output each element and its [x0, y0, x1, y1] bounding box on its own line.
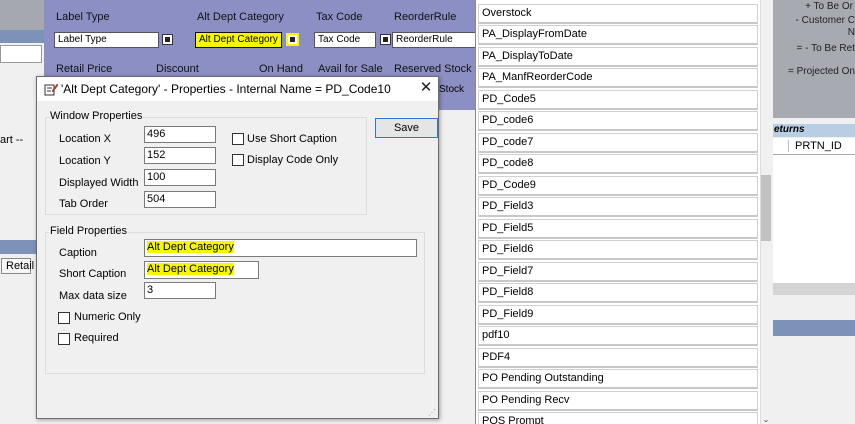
alt-dept-category-label: Alt Dept Category — [197, 11, 284, 23]
tab-order-label: Tab Order — [59, 198, 108, 210]
to-be-ordered-note: + To Be Or — [805, 1, 853, 12]
list-item[interactable]: PD_code7 — [478, 133, 758, 153]
discount-label: Discount — [156, 63, 199, 75]
picker-button-icon[interactable] — [380, 34, 391, 45]
retail-price-label: Retail Price — [56, 63, 113, 75]
caption-field[interactable]: Alt Dept Category — [144, 239, 417, 257]
picker-button-icon[interactable] — [286, 33, 299, 46]
required-checkbox[interactable] — [58, 333, 70, 345]
list-item[interactable]: PO Pending Outstanding — [478, 369, 758, 389]
returns-header: eturns — [772, 124, 855, 137]
label-type-label: Label Type — [56, 11, 110, 23]
location-y-field[interactable]: 152 — [144, 147, 216, 164]
left-panel-bar — [0, 30, 44, 43]
dialog-titlebar[interactable]: 'Alt Dept Category' - Properties - Inter… — [37, 77, 438, 101]
customer-note: - Customer C — [795, 15, 855, 26]
list-item[interactable]: POS Prompt — [478, 412, 758, 424]
label-type-field[interactable]: Label Type — [54, 32, 159, 48]
numeric-only-label: Numeric Only — [74, 311, 141, 323]
location-y-label: Location Y — [59, 155, 111, 167]
alt-dept-category-field[interactable]: Alt Dept Category — [195, 32, 282, 48]
max-data-size-label: Max data size — [59, 290, 127, 302]
prtn-id-column-header[interactable]: PRTN_ID — [788, 140, 842, 152]
left-partial-text: art -- — [0, 134, 24, 146]
list-item[interactable]: PD_Field3 — [478, 197, 758, 217]
save-button[interactable]: Save — [375, 118, 438, 138]
dialog-title: 'Alt Dept Category' - Properties - Inter… — [61, 82, 391, 96]
chevron-down-icon[interactable]: ⌄ — [760, 416, 772, 424]
use-short-caption-checkbox[interactable] — [232, 133, 244, 145]
short-caption-field[interactable]: Alt Dept Category — [144, 261, 259, 279]
projected-on-note: = Projected On — [788, 66, 855, 77]
list-item[interactable]: PD_code6 — [478, 111, 758, 131]
caption-value: Alt Dept Category — [147, 241, 234, 253]
properties-dialog: 'Alt Dept Category' - Properties - Inter… — [36, 76, 439, 419]
list-item[interactable]: PDF4 — [478, 348, 758, 368]
use-short-caption-label: Use Short Caption — [247, 133, 337, 145]
picker-button-icon[interactable] — [162, 34, 173, 45]
list-scrollbar-thumb[interactable] — [761, 175, 771, 241]
left-panel-field[interactable] — [0, 45, 42, 63]
list-item[interactable]: PD_Field6 — [478, 240, 758, 260]
display-code-only-label: Display Code Only — [247, 154, 339, 166]
list-item[interactable]: PD_Field7 — [478, 262, 758, 282]
reorder-rule-label: ReorderRule — [394, 11, 457, 23]
resize-grip-icon[interactable]: ⋰ — [428, 408, 438, 418]
list-item[interactable]: PO Pending Recv — [478, 391, 758, 411]
tax-code-field[interactable]: Tax Code — [314, 32, 376, 48]
tab-order-field[interactable]: 504 — [144, 191, 216, 208]
avail-for-sale-label: Avail for Sale — [318, 63, 383, 75]
close-icon[interactable]: ✕ — [417, 79, 435, 97]
list-item[interactable]: Overstock — [478, 4, 758, 24]
list-item[interactable]: PA_DisplayToDate — [478, 47, 758, 67]
list-item[interactable]: PA_ManfReorderCode — [478, 68, 758, 88]
customer-note-cont: N — [847, 27, 855, 38]
reorder-rule-field[interactable]: ReorderRule — [392, 32, 476, 48]
caption-label: Caption — [59, 247, 97, 259]
displayed-width-label: Displayed Width — [59, 177, 139, 189]
on-hand-label: On Hand — [259, 63, 304, 75]
numeric-only-checkbox[interactable] — [58, 312, 70, 324]
list-item[interactable]: PA_DisplayFromDate — [478, 25, 758, 45]
displayed-width-field[interactable]: 100 — [144, 169, 216, 186]
list-item[interactable]: pdf10 — [478, 326, 758, 346]
list-item[interactable]: PD_Code5 — [478, 90, 758, 110]
reserved-stock-label: Reserved Stock — [394, 63, 472, 75]
location-x-field[interactable]: 496 — [144, 126, 216, 143]
window-properties-caption: Window Properties — [49, 110, 144, 122]
short-caption-value: Alt Dept Category — [147, 263, 234, 275]
required-label: Required — [74, 332, 119, 344]
pencil-form-icon — [44, 82, 59, 96]
returns-grid-scrollbar[interactable] — [772, 283, 855, 295]
display-code-only-checkbox[interactable] — [232, 154, 244, 166]
tax-code-label: Tax Code — [316, 11, 363, 23]
location-x-label: Location X — [59, 133, 111, 145]
left-panel-header — [0, 0, 44, 30]
short-caption-label: Short Caption — [59, 268, 127, 280]
retail-tab[interactable]: Retail — [1, 258, 34, 274]
stock-partial-value: Stock — [439, 84, 465, 95]
right-panel-bar — [772, 320, 855, 336]
field-dropdown-list[interactable]: Overstock PA_DisplayFromDate PA_DisplayT… — [475, 0, 761, 424]
to-be-returned-note: = - To Be Ret — [796, 43, 855, 54]
returns-grid-header: PRTN_ID — [772, 138, 855, 155]
returns-grid — [772, 155, 855, 283]
field-properties-caption: Field Properties — [49, 225, 129, 237]
list-item[interactable]: PD_Field8 — [478, 283, 758, 303]
list-item[interactable]: PD_Field9 — [478, 305, 758, 325]
list-item[interactable]: PD_Code9 — [478, 176, 758, 196]
list-item[interactable]: PD_code8 — [478, 154, 758, 174]
max-data-size-field[interactable]: 3 — [144, 282, 216, 299]
list-item[interactable]: PD_Field5 — [478, 219, 758, 239]
